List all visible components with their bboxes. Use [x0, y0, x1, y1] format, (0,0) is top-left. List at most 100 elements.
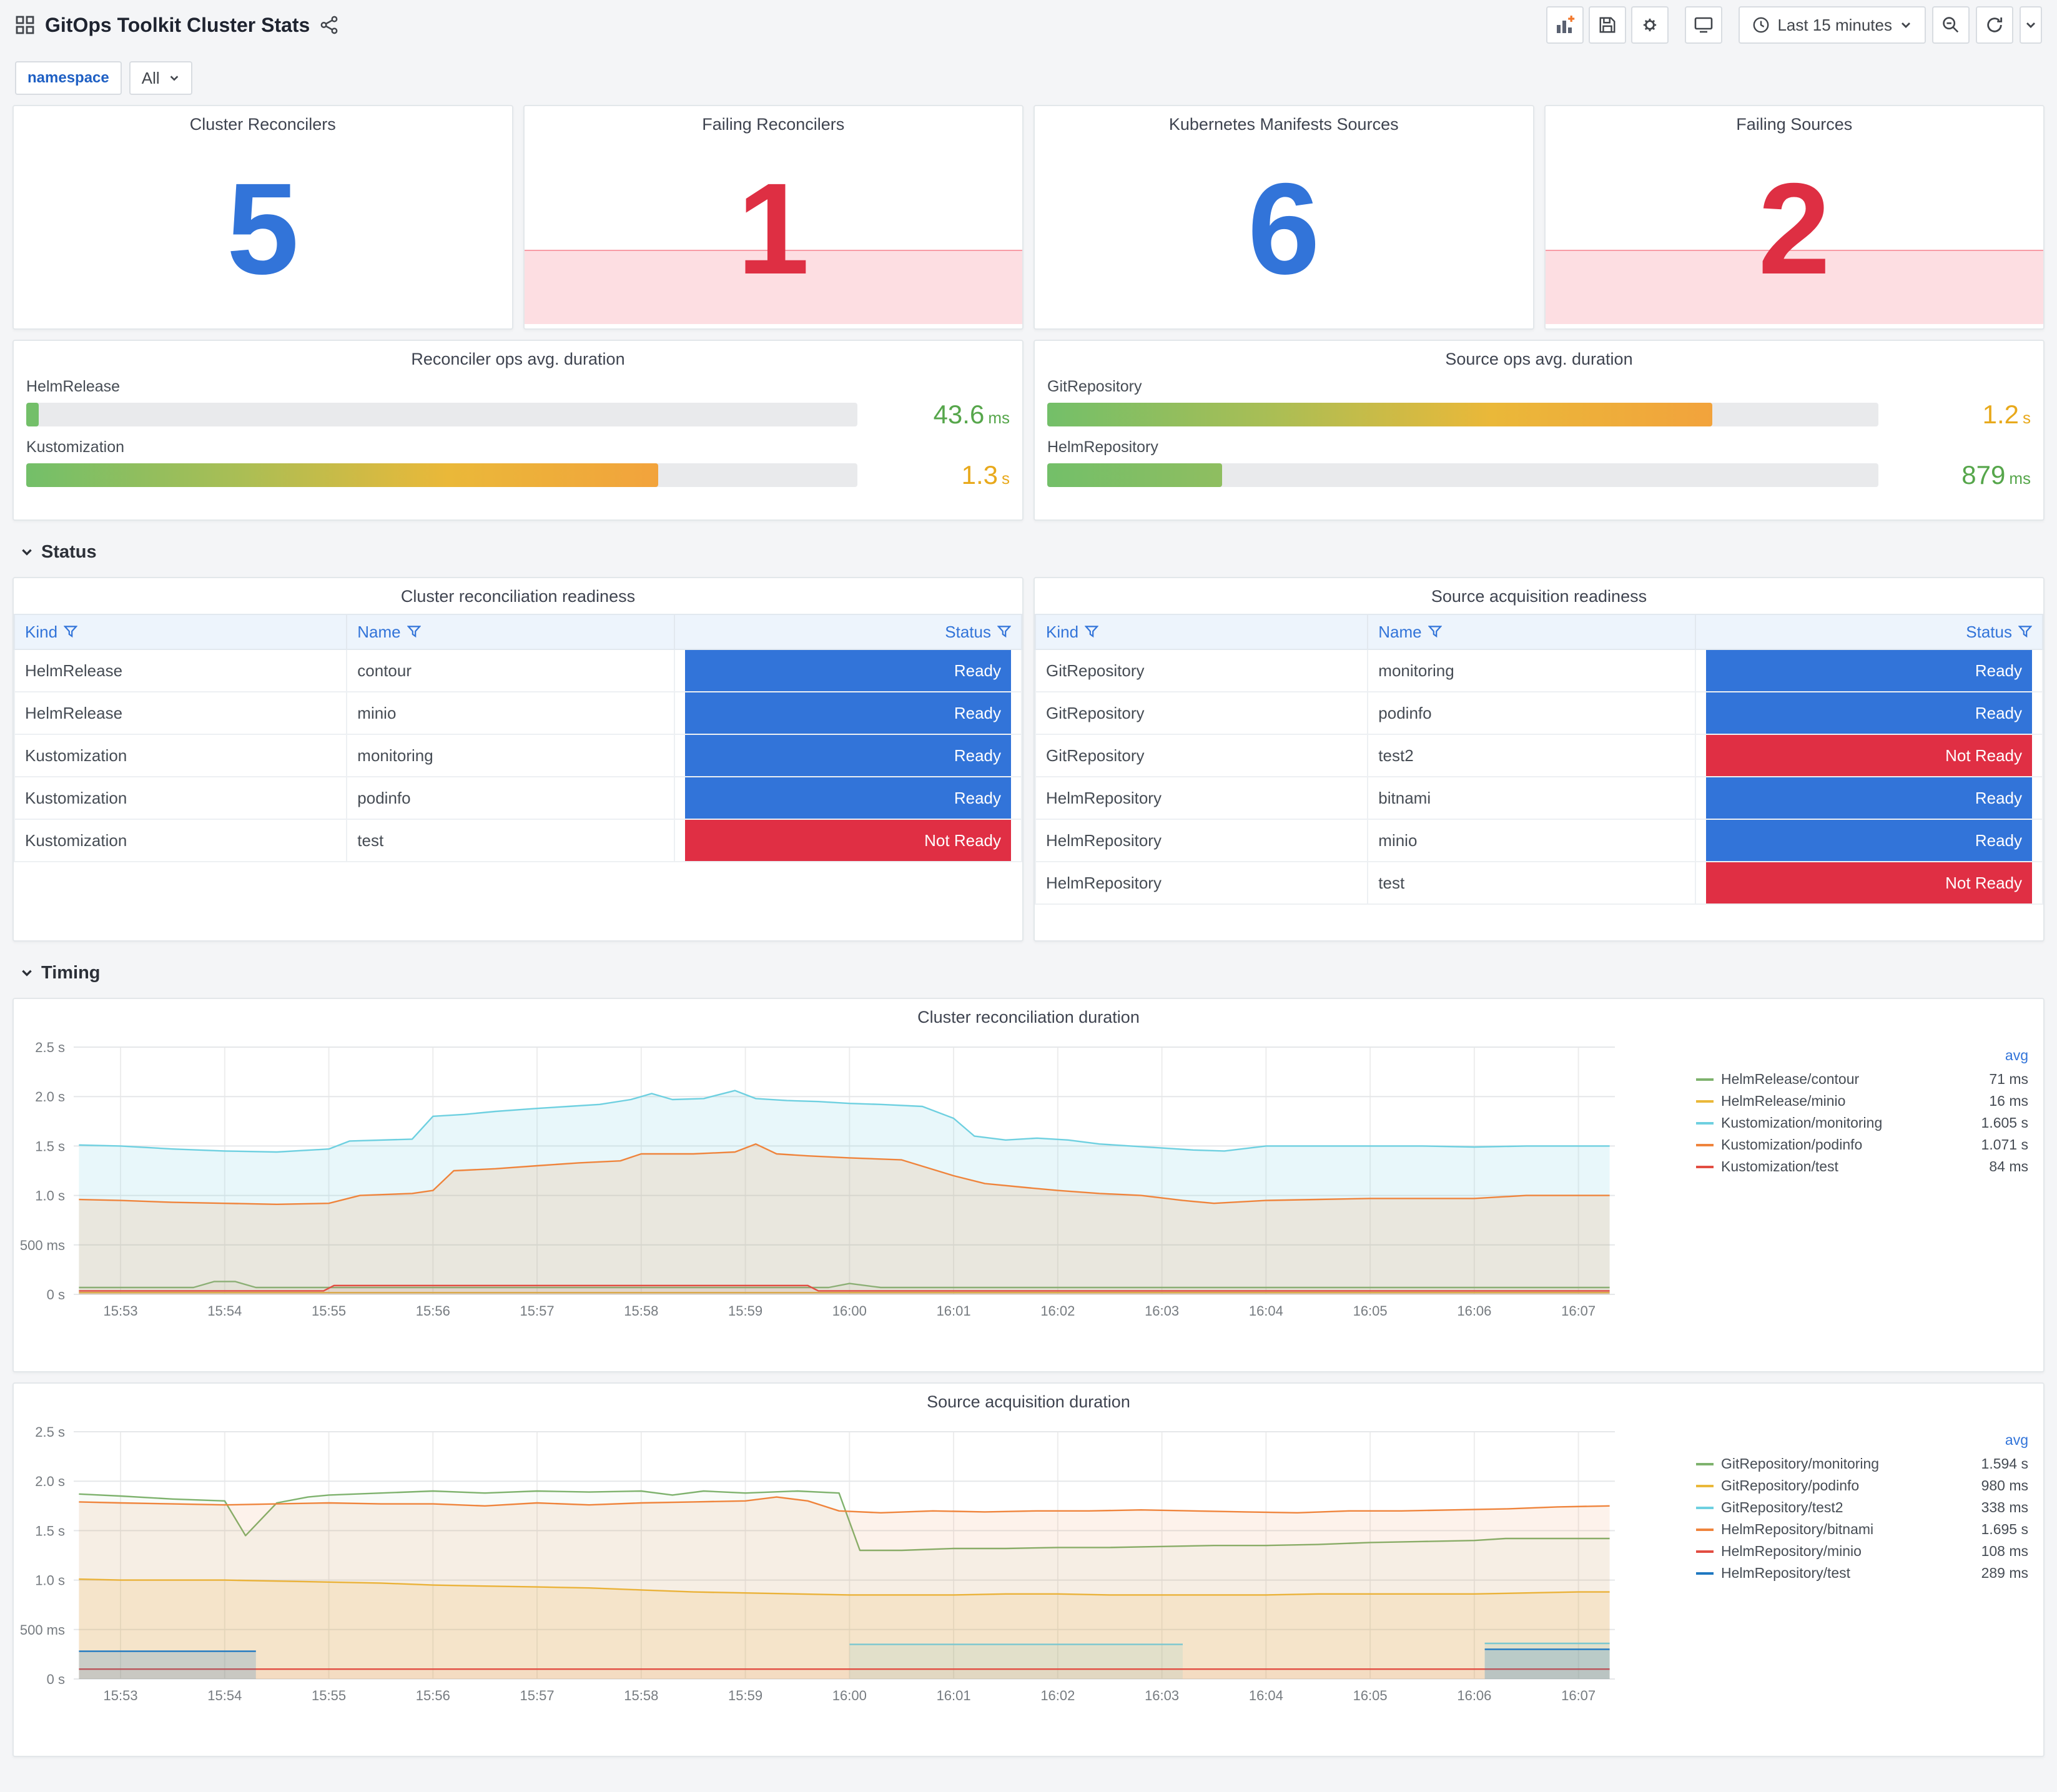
- cell-name: monitoring: [1367, 649, 1696, 692]
- gauge-bar: [26, 403, 39, 426]
- refresh-interval-dropdown[interactable]: [2020, 6, 2042, 44]
- stat-body: 2: [1545, 134, 2043, 324]
- svg-text:500 ms: 500 ms: [20, 1238, 65, 1253]
- time-range-picker[interactable]: Last 15 minutes: [1739, 6, 1926, 44]
- column-header-status[interactable]: Status: [945, 623, 991, 642]
- gauge-panels-row: Reconciler ops avg. duration HelmRelease 4…: [12, 340, 2045, 521]
- share-icon[interactable]: [320, 16, 338, 34]
- svg-text:16:01: 16:01: [937, 1688, 971, 1703]
- stat-panel-failing-reconcilers: Failing Reconcilers 1: [523, 105, 1024, 330]
- cell-name: minio: [346, 691, 675, 735]
- series-color-dash: [1696, 1078, 1714, 1081]
- filter-icon[interactable]: [407, 625, 421, 639]
- legend-item[interactable]: HelmRelease/contour 71 ms: [1696, 1068, 2028, 1090]
- stat-panel-kubernetes-manifests-sources: Kubernetes Manifests Sources 6: [1033, 105, 1534, 330]
- svg-text:15:53: 15:53: [104, 1303, 138, 1319]
- series-color-dash: [1696, 1528, 1714, 1531]
- svg-text:0 s: 0 s: [47, 1671, 65, 1687]
- add-panel-button[interactable]: [1546, 6, 1584, 44]
- status-badge: Ready: [1705, 820, 2032, 861]
- svg-text:16:07: 16:07: [1561, 1303, 1596, 1319]
- cell-kind: HelmRelease: [13, 691, 348, 735]
- gauge-track: [1047, 403, 1878, 426]
- dashboard-title: GitOps Toolkit Cluster Stats: [45, 13, 310, 36]
- column-header-kind[interactable]: Kind: [25, 623, 57, 642]
- section-row-status[interactable]: Status: [12, 537, 2045, 567]
- zoom-out-time-button[interactable]: [1932, 6, 1970, 44]
- svg-text:16:02: 16:02: [1040, 1303, 1075, 1319]
- legend-item[interactable]: GitRepository/test2 338 ms: [1696, 1497, 2028, 1519]
- status-badge: Not Ready: [1705, 862, 2032, 903]
- dashboard-header: GitOps Toolkit Cluster Stats Last 15 min…: [0, 0, 2057, 50]
- legend-item[interactable]: GitRepository/podinfo 980 ms: [1696, 1475, 2028, 1497]
- filter-icon[interactable]: [1428, 625, 1442, 639]
- column-header-name[interactable]: Name: [1378, 623, 1421, 642]
- legend-item[interactable]: HelmRepository/minio 108 ms: [1696, 1540, 2028, 1562]
- legend-item[interactable]: HelmRepository/bitnami 1.695 s: [1696, 1519, 2028, 1540]
- filter-icon[interactable]: [997, 625, 1011, 639]
- status-badge: Ready: [1705, 692, 2032, 734]
- svg-text:2.0 s: 2.0 s: [35, 1089, 65, 1105]
- section-row-timing[interactable]: Timing: [12, 958, 2045, 988]
- dashboard-settings-button[interactable]: [1631, 6, 1669, 44]
- series-name: HelmRepository/bitnami: [1721, 1521, 1874, 1537]
- save-dashboard-button[interactable]: [1589, 6, 1627, 44]
- legend-item[interactable]: Kustomization/test 84 ms: [1696, 1156, 2028, 1178]
- tv-mode-button[interactable]: [1685, 6, 1723, 44]
- column-header-status[interactable]: Status: [1966, 623, 2012, 642]
- status-badge: Ready: [684, 777, 1011, 819]
- cell-name: podinfo: [1367, 691, 1696, 735]
- series-color-dash: [1696, 1506, 1714, 1509]
- column-header-name[interactable]: Name: [357, 623, 400, 642]
- refresh-button[interactable]: [1976, 6, 2013, 44]
- svg-text:16:05: 16:05: [1353, 1303, 1388, 1319]
- svg-text:16:02: 16:02: [1040, 1688, 1075, 1703]
- svg-text:16:01: 16:01: [937, 1303, 971, 1319]
- status-badge: Ready: [1705, 777, 2032, 819]
- time-series-plot[interactable]: 15:53 15:54 15:55 15:56 15:57 15:58 15:59 16:00…: [16, 1417, 1627, 1721]
- stat-value: 2: [1758, 157, 1831, 302]
- gauge-value: 879 ms: [1961, 460, 2031, 490]
- svg-text:15:59: 15:59: [728, 1688, 762, 1703]
- stat-value: 5: [226, 157, 299, 302]
- legend-item[interactable]: HelmRelease/minio 16 ms: [1696, 1090, 2028, 1112]
- gauge-track: [26, 403, 857, 426]
- series-name: Kustomization/test: [1721, 1158, 1838, 1174]
- cell-kind: Kustomization: [13, 776, 348, 820]
- svg-text:15:55: 15:55: [312, 1303, 346, 1319]
- gauge-track: [26, 463, 857, 487]
- svg-text:15:58: 15:58: [624, 1688, 658, 1703]
- cell-kind: HelmRelease: [13, 649, 348, 692]
- gauge-label: GitRepository: [1047, 378, 1142, 395]
- filter-icon[interactable]: [64, 625, 78, 639]
- section-title: Status: [41, 541, 97, 562]
- variable-namespace-select[interactable]: All: [129, 61, 192, 95]
- variables-bar: namespace All: [0, 50, 2057, 95]
- apps-grid-icon[interactable]: [15, 15, 35, 35]
- legend-item[interactable]: GitRepository/monitoring 1.594 s: [1696, 1453, 2028, 1475]
- legend-avg-header[interactable]: avg: [2005, 1047, 2028, 1068]
- svg-text:1.5 s: 1.5 s: [35, 1138, 65, 1154]
- svg-text:16:04: 16:04: [1249, 1688, 1283, 1703]
- status-badge: Not Ready: [1705, 735, 2032, 776]
- filter-icon[interactable]: [2018, 625, 2032, 639]
- time-series-plot[interactable]: 15:53 15:54 15:55 15:56 15:57 15:58 15:59 16:00…: [16, 1032, 1627, 1337]
- gauge-label: HelmRepository: [1047, 438, 1158, 456]
- filter-icon[interactable]: [1085, 625, 1099, 639]
- gauge-row-helmrepository: HelmRepository 879 ms: [1035, 438, 2043, 490]
- cell-name: bitnami: [1367, 776, 1696, 820]
- legend-item[interactable]: Kustomization/podinfo 1.071 s: [1696, 1134, 2028, 1156]
- legend-avg-header[interactable]: avg: [2005, 1432, 2028, 1453]
- column-header-kind[interactable]: Kind: [1046, 623, 1078, 642]
- table-row: HelmRepository test Not Ready: [1034, 861, 2044, 905]
- cell-kind: HelmRepository: [1034, 776, 1369, 820]
- add-panel-icon: [1555, 15, 1575, 35]
- legend-item[interactable]: HelmRepository/test 289 ms: [1696, 1562, 2028, 1584]
- svg-text:16:06: 16:06: [1457, 1688, 1491, 1703]
- gauge-bar: [26, 463, 658, 487]
- legend-item[interactable]: Kustomization/monitoring 1.605 s: [1696, 1112, 2028, 1134]
- variable-namespace-label[interactable]: namespace: [15, 61, 122, 95]
- svg-text:15:59: 15:59: [728, 1303, 762, 1319]
- section-title: Timing: [41, 962, 101, 983]
- table-panel-cluster-reconciliation-readiness: Cluster reconciliation readiness Kind Name…: [12, 577, 1024, 942]
